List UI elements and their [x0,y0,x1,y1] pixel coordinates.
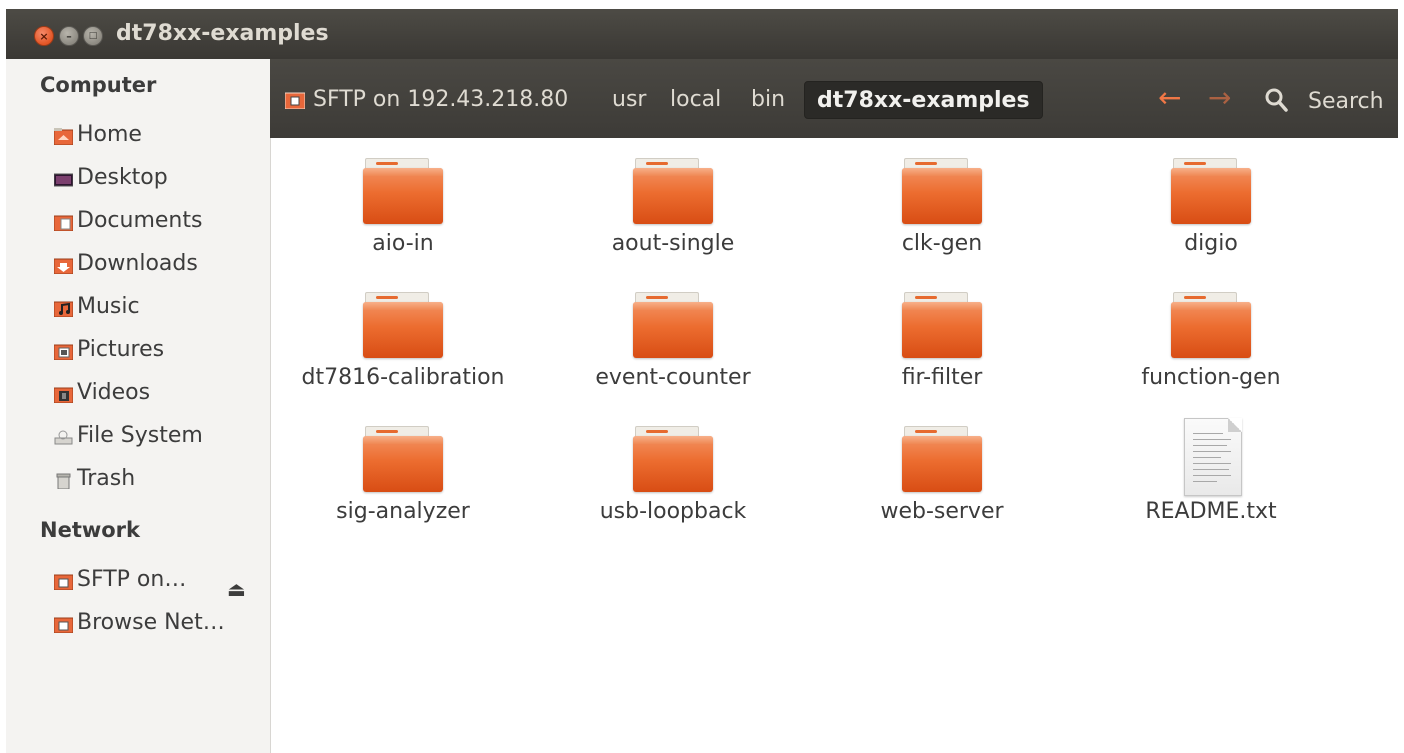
sidebar-item-sftp[interactable]: SFTP on… [53,562,222,596]
file-item[interactable]: fir-filter [822,292,1062,422]
file-name: dt7816-calibration [301,365,505,390]
file-name: aio-in [372,231,434,256]
breadcrumb-bin[interactable]: bin [751,81,785,117]
sidebar-item-label: Browse Net… [77,609,225,635]
sidebar-item-label: Trash [77,465,136,491]
close-icon: × [39,29,49,43]
file-name: sig-analyzer [336,499,470,524]
close-button[interactable]: × [34,26,54,46]
sidebar-item-browse-network[interactable]: Browse Net… [53,605,266,639]
search-button[interactable]: Search [1308,89,1384,114]
folder-icon [1171,158,1251,224]
maximize-button[interactable]: □ [83,26,103,46]
sidebar-item-file-system[interactable]: File System [54,418,266,452]
file-item[interactable]: aout-single [553,158,793,288]
breadcrumb-usr[interactable]: usr [612,81,646,117]
file-item[interactable]: function-gen [1091,292,1331,422]
file-name: event-counter [595,365,751,390]
pictures-folder-icon [53,341,74,360]
folder-icon [1171,292,1251,358]
file-name: web-server [880,499,1004,524]
search-icon[interactable] [1265,88,1289,114]
folder-icon [902,158,982,224]
title-bar[interactable]: × – □ dt78xx-examples [6,9,1398,59]
sidebar-item-home[interactable]: Home [53,117,266,151]
sidebar-item-documents[interactable]: Documents [53,203,266,237]
breadcrumb-current[interactable]: dt78xx-examples [804,81,1043,119]
network-folder-icon [284,90,306,110]
file-name: fir-filter [901,365,983,390]
file-name: clk-gen [901,231,983,256]
folder-icon [363,158,443,224]
forward-arrow-icon[interactable]: → [1208,81,1231,114]
sidebar-header-computer: Computer [40,73,157,97]
documents-folder-icon [53,212,74,231]
back-arrow-icon[interactable]: ← [1158,81,1181,114]
folder-icon [633,426,713,492]
file-name: function-gen [1141,365,1281,390]
file-manager-window: × – □ dt78xx-examples Computer Home Desk… [6,9,1398,753]
sidebar: Computer Home Desktop Documents Download… [6,59,271,753]
music-folder-icon [53,298,74,317]
file-item[interactable]: sig-analyzer [283,426,523,556]
breadcrumb-sftp-root[interactable]: SFTP on 192.43.218.80 [284,81,569,117]
sidebar-item-downloads[interactable]: Downloads [53,246,266,280]
home-folder-icon [53,126,74,145]
text-file-icon [1184,418,1242,496]
file-item[interactable]: dt7816-calibration [283,292,523,422]
maximize-icon: □ [88,30,98,41]
downloads-folder-icon [53,255,74,274]
file-item[interactable]: README.txt [1091,418,1331,556]
folder-icon [633,158,713,224]
sidebar-item-music[interactable]: Music [53,289,266,323]
sidebar-item-label: Pictures [77,336,165,362]
file-name: digio [1184,231,1238,256]
sidebar-header-network: Network [40,518,141,542]
file-item[interactable]: aio-in [283,158,523,288]
toolbar: SFTP on 192.43.218.80 usr local bin dt78… [270,59,1398,138]
file-item[interactable]: web-server [822,426,1062,556]
sidebar-item-label: Videos [77,379,151,405]
file-name: aout-single [611,231,735,256]
file-item[interactable]: clk-gen [822,158,1062,288]
sidebar-item-label: SFTP on… [77,566,187,592]
sidebar-item-label: Desktop [77,164,168,190]
file-item[interactable]: event-counter [553,292,793,422]
sidebar-item-desktop[interactable]: Desktop [53,160,266,194]
file-item[interactable]: digio [1091,158,1331,288]
folder-icon [902,426,982,492]
breadcrumb-label: SFTP on 192.43.218.80 [313,86,569,112]
eject-icon[interactable]: ⏏ [227,577,246,601]
window-title: dt78xx-examples [116,21,329,46]
folder-icon [363,292,443,358]
file-name: usb-loopback [599,499,747,524]
file-name: README.txt [1145,499,1277,524]
trash-icon [54,470,73,489]
sidebar-item-label: Home [77,121,142,147]
minimize-icon: – [66,29,72,43]
folder-icon [633,292,713,358]
network-folder-icon [53,614,74,633]
sidebar-item-label: Documents [77,207,203,233]
desktop-icon [53,169,74,186]
sidebar-item-videos[interactable]: Videos [53,375,266,409]
videos-folder-icon [53,384,74,403]
drive-icon [54,427,73,444]
file-item[interactable]: usb-loopback [553,426,793,556]
sidebar-item-trash[interactable]: Trash [54,461,266,495]
breadcrumb-local[interactable]: local [670,81,721,117]
network-folder-icon [53,571,74,590]
folder-icon [363,426,443,492]
file-grid: aio-in aout-single clk-gen digio dt7816-… [271,138,1398,753]
sidebar-item-label: Music [77,293,140,319]
sidebar-item-pictures[interactable]: Pictures [53,332,266,366]
sidebar-item-label: File System [77,422,203,448]
minimize-button[interactable]: – [59,26,79,46]
sidebar-item-label: Downloads [77,250,198,276]
folder-icon [902,292,982,358]
